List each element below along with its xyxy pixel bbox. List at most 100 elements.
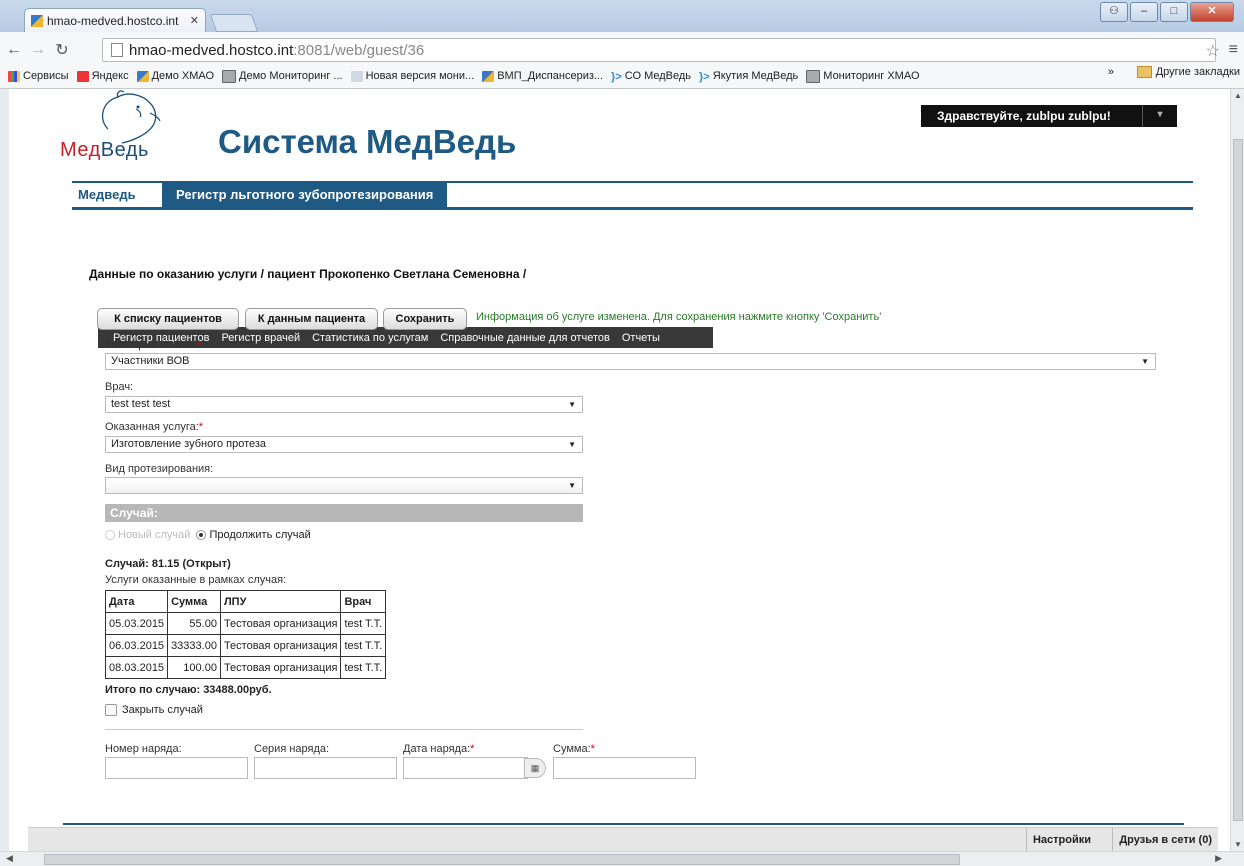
portal-dockbar: Настройки Друзья в сети (0): [28, 827, 1218, 852]
cell-lpu: Тестовая организация: [219, 656, 342, 679]
calendar-icon[interactable]: ▦: [524, 758, 546, 778]
bookmark-monitoring-hmao-label: Мониторинг ХМАО: [823, 70, 920, 82]
browser-toolbar: ← → ↻ hmao-medved.hostco.int:8081/web/gu…: [0, 32, 1244, 89]
order-series-input[interactable]: [254, 757, 397, 779]
site-icon: [136, 70, 149, 82]
save-button[interactable]: Сохранить: [383, 308, 467, 330]
case-services-caption: Услуги оказанные в рамках случая:: [105, 574, 287, 586]
radio-continue-case[interactable]: [196, 530, 207, 540]
horizontal-scrollbar[interactable]: ◀ ▶: [0, 851, 1244, 866]
subnav-reports[interactable]: Отчеты: [622, 332, 660, 344]
case-radio-group: Новый случай Продолжить случай: [105, 529, 311, 541]
subnav-doctors[interactable]: Регистр врачей: [221, 332, 300, 344]
category-select[interactable]: Участники ВОВ ▼: [105, 353, 1156, 370]
bookmarks-more[interactable]: »: [1108, 66, 1114, 78]
cell-sum: 100.00: [167, 656, 221, 679]
scroll-left-icon[interactable]: ◀: [6, 853, 13, 864]
window-controls: ⚇ – □ ✕: [1100, 2, 1234, 22]
maximize-icon[interactable]: □: [1160, 2, 1188, 22]
friends-online-link[interactable]: Друзья в сети (0): [1112, 828, 1218, 852]
bookmark-services[interactable]: Сервисы: [8, 70, 69, 82]
scroll-up-icon[interactable]: ▲: [1234, 91, 1242, 100]
bookmark-demo-monitoring[interactable]: Демо Мониторинг ...: [222, 69, 343, 83]
bookmark-vmp[interactable]: ВМП_Диспансериз...: [482, 70, 603, 82]
user-greeting[interactable]: Здравствуйте, zublpu zublpu! ▾: [921, 105, 1177, 127]
breadcrumb: Данные по оказанию услуги / пациент Прок…: [89, 267, 527, 281]
reload-icon[interactable]: ↻: [52, 40, 72, 60]
main-navigation: Медведь Регистр льготного зубопротезиров…: [72, 181, 1193, 210]
folder-icon: [1136, 66, 1152, 78]
settings-link[interactable]: Настройки: [1025, 828, 1097, 852]
bookmark-new-version[interactable]: Новая версия мони...: [350, 70, 474, 82]
checkbox-icon[interactable]: [105, 704, 117, 716]
table-row: 05.03.2015 55.00 Тестовая организация te…: [104, 612, 387, 635]
vertical-scroll-thumb[interactable]: [1233, 139, 1243, 821]
close-case-label: Закрыть случай: [122, 704, 203, 716]
nav-home[interactable]: Медведь: [78, 187, 136, 202]
subnav-statistics[interactable]: Статистика по услугам: [312, 332, 428, 344]
browser-tab[interactable]: hmao-medved.hostco.int ✕: [24, 8, 206, 32]
back-icon[interactable]: ←: [4, 41, 24, 59]
order-date-label-text: Дата наряда:: [403, 743, 471, 755]
url-host: hmao-medved.hostco.int: [129, 41, 294, 59]
column-header-sum: Сумма: [167, 590, 221, 613]
doctor-select[interactable]: test test test ▼: [105, 396, 583, 413]
minimize-icon[interactable]: –: [1130, 2, 1158, 22]
menu-icon[interactable]: ≡: [1229, 41, 1238, 59]
order-date-input[interactable]: [403, 757, 528, 779]
order-number-input[interactable]: [105, 757, 248, 779]
new-tab-button[interactable]: [209, 14, 259, 32]
to-patient-list-button[interactable]: К списку пациентов: [97, 308, 239, 330]
bookmark-monitoring-hmao[interactable]: Мониторинг ХМАО: [806, 69, 920, 83]
order-sum-label: Сумма:*: [553, 743, 595, 755]
radio-new-case[interactable]: [105, 530, 115, 540]
scroll-down-icon[interactable]: ▼: [1234, 840, 1242, 849]
horizontal-scroll-thumb[interactable]: [44, 854, 960, 865]
logo-part-b: Ведь: [100, 139, 149, 161]
bookmark-so-medved[interactable]: }> СО МедВедь: [611, 70, 691, 83]
cell-doctor: test T.T.: [340, 612, 387, 635]
cell-lpu: Тестовая организация: [219, 634, 342, 657]
column-header-doctor: Врач: [340, 590, 387, 613]
bookmark-demo-hmao[interactable]: Демо ХМАО: [136, 70, 214, 82]
bookmark-star-icon[interactable]: ☆: [1206, 41, 1220, 61]
close-case-checkbox[interactable]: Закрыть случай: [105, 704, 203, 716]
url-text: hmao-medved.hostco.int:8081/web/guest/36: [129, 42, 424, 59]
vertical-scrollbar[interactable]: ▲ ▼: [1230, 89, 1244, 851]
service-label: Оказанная услуга:*: [105, 421, 203, 433]
close-tab-icon[interactable]: ✕: [190, 14, 199, 27]
order-sum-label-text: Сумма:: [553, 743, 591, 755]
radio-new-case-label: Новый случай: [118, 529, 191, 541]
address-bar[interactable]: hmao-medved.hostco.int:8081/web/guest/36: [102, 38, 1216, 62]
bookmark-yakutia[interactable]: }> Якутия МедВедь: [699, 70, 798, 83]
close-window-icon[interactable]: ✕: [1190, 2, 1234, 22]
favicon-icon: [31, 14, 43, 27]
to-patient-data-button[interactable]: К данным пациента: [245, 308, 378, 330]
change-notice: Информация об услуге изменена. Для сохра…: [476, 311, 882, 323]
scroll-right-icon[interactable]: ▶: [1215, 853, 1222, 864]
chevron-down-icon: ▼: [568, 400, 576, 409]
table-row: 08.03.2015 100.00 Тестовая организация t…: [104, 656, 387, 679]
subnav-reference[interactable]: Справочные данные для отчетов: [440, 332, 610, 344]
bookmark-demo-monitoring-label: Демо Мониторинг ...: [239, 70, 343, 82]
cell-lpu: Тестовая организация: [219, 612, 342, 635]
prosthetics-select[interactable]: ▼: [105, 477, 583, 494]
service-select[interactable]: Изготовление зубного протеза ▼: [105, 436, 583, 453]
bookmark-yandex-label: Яндекс: [91, 70, 129, 82]
cell-doctor: test T.T.: [340, 634, 387, 657]
chevron-down-icon: ▼: [568, 481, 576, 490]
site-logo[interactable]: МедВедь: [58, 89, 188, 173]
column-header-lpu: ЛПУ: [219, 590, 342, 613]
order-sum-input[interactable]: [553, 757, 696, 779]
forward-icon[interactable]: →: [28, 41, 48, 59]
prosthetics-label: Вид протезирования:: [105, 463, 214, 475]
doctor-select-value: test test test: [111, 398, 171, 410]
user-profile-icon[interactable]: ⚇: [1100, 2, 1128, 22]
bookmark-services-label: Сервисы: [23, 70, 69, 82]
bookmark-yandex[interactable]: Яндекс: [76, 70, 129, 82]
user-menu-icon[interactable]: ▾: [1142, 105, 1177, 127]
required-mark: *: [590, 743, 595, 755]
nav-active-tab[interactable]: Регистр льготного зубопротезирования: [162, 183, 448, 207]
apps-icon: [8, 70, 20, 82]
other-bookmarks[interactable]: Другие закладки: [1136, 66, 1240, 78]
